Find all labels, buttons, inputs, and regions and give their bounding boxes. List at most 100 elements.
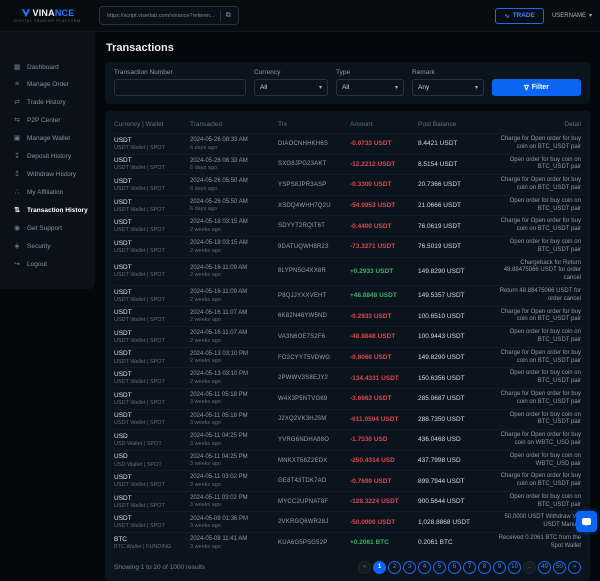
- page-button-1[interactable]: 1: [373, 561, 386, 574]
- table-row[interactable]: USDT USDT Wallet | SPOT 2024-05-26 05:50…: [114, 195, 581, 216]
- cell-post-balance: 8.4421 USDT: [418, 140, 492, 147]
- page-button-9[interactable]: 9: [493, 561, 506, 574]
- chat-bubble-icon: [582, 518, 591, 525]
- user-menu[interactable]: USERNAME ▾: [552, 12, 592, 19]
- table-row[interactable]: USDT USDT Wallet | SPOT 2024-05-18 03:15…: [114, 215, 581, 236]
- currency-select[interactable]: All▾: [254, 79, 328, 96]
- cell-amount: -0.2933 USDT: [350, 313, 414, 320]
- cell-detail: Open order for buy coin on BTC_USDT pair: [496, 239, 581, 255]
- page-button-[interactable]: ..: [523, 561, 536, 574]
- sidebar-item-p2p-center[interactable]: ⇆ P2P Center: [0, 111, 95, 129]
- cell-wallet: USDT Wallet | SPOT: [114, 379, 186, 385]
- sidebar-item-label: Deposit History: [27, 153, 71, 160]
- transactions-icon: ⇅: [13, 206, 21, 214]
- copy-icon[interactable]: ⧉: [226, 12, 231, 19]
- cell-detail: Open order for buy coin on BTC_USDT pair: [496, 198, 581, 214]
- cell-amount: -12.2212 USDT: [350, 161, 414, 168]
- cell-currency: USDT: [114, 199, 186, 207]
- sidebar-item-security[interactable]: ◈ Security: [0, 237, 95, 255]
- filter-button[interactable]: ∇ Filter: [492, 79, 581, 96]
- page-button-50[interactable]: 50: [553, 561, 566, 574]
- username: USERNAME: [552, 13, 586, 19]
- cell-trx: 9DATUQWH8R23: [278, 244, 346, 250]
- cell-post-balance: 436.0468 USD: [418, 436, 492, 443]
- cell-detail: Open order for buy coin on WBTC_USD pair: [496, 453, 581, 469]
- cell-trx: DIAOCNHHKH6S: [278, 141, 346, 147]
- table-row[interactable]: USDT USDT Wallet | SPOT 2024-05-16 11:07…: [114, 326, 581, 347]
- cell-post-balance: 76.0619 USDT: [418, 223, 492, 230]
- cell-time-ago: 3 weeks ago: [190, 399, 274, 405]
- sidebar-item-trade-history[interactable]: ⇄ Trade History: [0, 93, 95, 111]
- page-button-[interactable]: «: [358, 561, 371, 574]
- trade-button[interactable]: ∿ TRADE: [495, 8, 544, 24]
- table-row[interactable]: USDT USDT Wallet | SPOT 2024-05-16 11:09…: [114, 257, 581, 285]
- table-row[interactable]: USDT USDT Wallet | SPOT 2024-05-11 05:18…: [114, 388, 581, 409]
- page-button-4[interactable]: 4: [418, 561, 431, 574]
- p2p-icon: ⇆: [13, 116, 21, 124]
- page-button-7[interactable]: 7: [463, 561, 476, 574]
- page-button-2[interactable]: 2: [388, 561, 401, 574]
- type-select[interactable]: All▾: [336, 79, 404, 96]
- support-chat-button[interactable]: [576, 511, 597, 532]
- cell-trx: VA3N6OE7S2F6: [278, 334, 346, 340]
- results-summary: Showing 1 to 20 of 1000 results: [114, 564, 205, 571]
- cell-amount: -3.6663 USDT: [350, 395, 414, 402]
- sidebar-item-my-affiliation[interactable]: ∴ My Affiliation: [0, 183, 95, 201]
- sidebar-item-dashboard[interactable]: ▦ Dashboard: [0, 58, 95, 76]
- cell-currency: USDT: [114, 264, 186, 272]
- page-button-49[interactable]: 49: [538, 561, 551, 574]
- pagination: «12345678910..4950»: [358, 561, 581, 574]
- page-button-8[interactable]: 8: [478, 561, 491, 574]
- cell-currency: BTC: [114, 536, 186, 544]
- cell-currency: USDT: [114, 412, 186, 420]
- cell-post-balance: 437.7998 USD: [418, 457, 492, 464]
- sidebar-item-deposit-history[interactable]: ↧ Deposit History: [0, 147, 95, 165]
- table-row[interactable]: USDT USDT Wallet | SPOT 2024-05-16 11:09…: [114, 285, 581, 306]
- cell-post-balance: 899.7944 USDT: [418, 478, 492, 485]
- main-content: Transactions Transaction Number Currency…: [95, 32, 600, 535]
- table-row[interactable]: USDT USDT Wallet | SPOT 2024-05-16 11:07…: [114, 306, 581, 327]
- table-row[interactable]: USDT USDT Wallet | SPOT 2024-05-11 03:02…: [114, 470, 581, 491]
- sidebar-item-logout[interactable]: ↪ Logout: [0, 255, 95, 273]
- cell-trx: W4X3P5NTVG69: [278, 396, 346, 402]
- page-button-10[interactable]: 10: [508, 561, 521, 574]
- table-row[interactable]: USD USD Wallet | SPOT 2024-05-11 04:25 P…: [114, 450, 581, 471]
- page-button-[interactable]: »: [568, 561, 581, 574]
- sidebar-item-get-support[interactable]: ◉ Get Support: [0, 219, 95, 237]
- page-button-5[interactable]: 5: [433, 561, 446, 574]
- table-row[interactable]: USDT USDT Wallet | SPOT 2024-05-26 05:50…: [114, 174, 581, 195]
- table-row[interactable]: USDT USDT Wallet | SPOT 2024-05-18 03:15…: [114, 236, 581, 257]
- cell-time-ago: 2 weeks ago: [190, 317, 274, 323]
- table-row[interactable]: USDT USDT Wallet | SPOT 2024-05-11 03:02…: [114, 491, 581, 512]
- table-row[interactable]: USDT USDT Wallet | SPOT 2024-05-08 01:36…: [114, 511, 581, 532]
- table-row[interactable]: USDT USDT Wallet | SPOT 2024-05-13 03:10…: [114, 347, 581, 368]
- table-row[interactable]: BTC BTC Wallet | FUNDING 2024-05-08 11:4…: [114, 532, 581, 553]
- page-button-6[interactable]: 6: [448, 561, 461, 574]
- cell-amount: -0.4400 USDT: [350, 223, 414, 230]
- col-currency-wallet: Currency | Wallet: [114, 121, 186, 128]
- remark-select[interactable]: Any▾: [412, 79, 484, 96]
- page-button-3[interactable]: 3: [403, 561, 416, 574]
- sidebar-item-manage-wallet[interactable]: ▣ Manage Wallet: [0, 129, 95, 147]
- transaction-number-input[interactable]: [114, 79, 246, 96]
- table-row[interactable]: USD USD Wallet | SPOT 2024-05-11 04:25 P…: [114, 429, 581, 450]
- cell-amount: -0.3300 USDT: [350, 181, 414, 188]
- cell-amount: -73.3271 USDT: [350, 243, 414, 250]
- cell-currency: USDT: [114, 371, 186, 379]
- table-row[interactable]: USDT USDT Wallet | SPOT 2024-05-13 03:10…: [114, 367, 581, 388]
- cell-date: 2024-05-08 01:36 PM: [190, 516, 274, 524]
- cell-post-balance: 288.7350 USDT: [418, 416, 492, 423]
- divider: [220, 11, 221, 21]
- table-row[interactable]: USDT USDT Wallet | SPOT 2024-05-26 08:33…: [114, 154, 581, 175]
- cell-detail: Charge for Open order for buy coin on BT…: [496, 218, 581, 234]
- sidebar-item-withdraw-history[interactable]: ↥ Withdraw History: [0, 165, 95, 183]
- table-row[interactable]: USDT USDT Wallet | SPOT 2024-05-11 05:18…: [114, 409, 581, 430]
- sidebar-item-transaction-history[interactable]: ⇅ Transaction History: [0, 201, 95, 219]
- logo[interactable]: VINANCE DIGITAL TRADING PLATFORM: [0, 8, 95, 23]
- sidebar-item-manage-order[interactable]: ≡ Manage Order: [0, 76, 95, 93]
- referral-url: https://script.viserlab.com/vinance?refe…: [107, 13, 215, 19]
- cell-date: 2024-05-16 11:09 AM: [190, 289, 274, 297]
- table-row[interactable]: USDT USDT Wallet | SPOT 2024-05-26 08:33…: [114, 133, 581, 154]
- cell-wallet: USD Wallet | SPOT: [114, 462, 186, 468]
- cell-currency: USDT: [114, 474, 186, 482]
